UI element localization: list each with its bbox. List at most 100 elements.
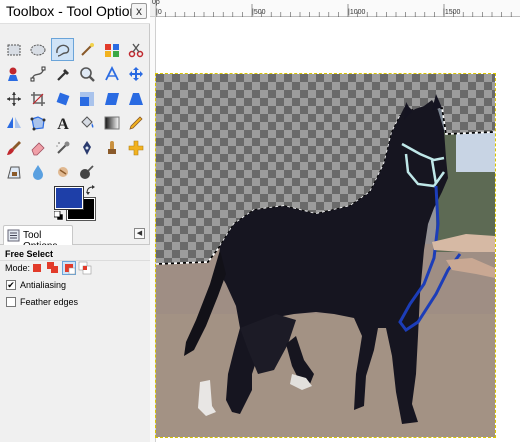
tool-options-panel: Free Select Mode: ✔ Antialiasing Feather… (0, 245, 150, 442)
perspective-clone-icon (6, 166, 21, 179)
move-tool-button[interactable] (125, 63, 148, 86)
paths-icon (30, 66, 46, 82)
blur-tool-button[interactable] (27, 161, 50, 184)
free-select-icon (55, 44, 69, 57)
antialiasing-label: Antialiasing (20, 280, 67, 290)
free-select-tool-button[interactable] (51, 38, 74, 61)
mode-add-icon (47, 262, 58, 273)
blend-tool-button[interactable] (100, 112, 123, 135)
chevron-left-icon: ◀ (136, 230, 143, 237)
horizontal-ruler[interactable]: 0p |0 |500 |1000 |1500 (152, 0, 520, 17)
pencil-icon (129, 116, 143, 130)
mode-subtract-icon (65, 264, 76, 275)
scale-icon (80, 91, 94, 106)
bucket-fill-tool-button[interactable] (76, 112, 99, 135)
scale-tool-button[interactable] (76, 87, 99, 110)
toolbox-panel: Toolbox - Tool Options x A Tool Options … (0, 0, 150, 442)
ruler-ticks (156, 4, 512, 17)
eraser-tool-button[interactable] (27, 136, 50, 159)
shear-icon (104, 92, 119, 105)
mode-add-button[interactable] (46, 261, 60, 275)
mode-replace-icon (33, 264, 41, 272)
tab-menu-button[interactable]: ◀ (134, 228, 145, 239)
antialiasing-checkbox[interactable]: ✔ (6, 280, 16, 290)
paths-tool-button[interactable] (27, 63, 50, 86)
rect-select-tool-button[interactable] (2, 38, 25, 61)
mode-intersect-button[interactable] (78, 261, 92, 275)
dodge-burn-tool-button[interactable] (76, 161, 99, 184)
foreground-select-tool-button[interactable] (2, 63, 25, 86)
tool-options-icon (7, 229, 20, 242)
foreground-select-icon (7, 67, 18, 81)
measure-tool-button[interactable] (100, 63, 123, 86)
text-tool-button[interactable]: A (51, 112, 74, 135)
window-title: Toolbox - Tool Options (6, 3, 145, 19)
dodge-burn-icon (80, 165, 94, 179)
clone-tool-button[interactable] (100, 136, 123, 159)
tab-tool-options[interactable]: Tool Options (3, 225, 73, 252)
align-icon (6, 91, 21, 106)
bucket-fill-icon (81, 116, 94, 128)
color-select-tool-button[interactable] (100, 38, 123, 61)
fuzzy-select-icon (81, 42, 94, 56)
ellipse-select-icon (30, 44, 46, 55)
ruler-label-0: |0 (156, 9, 162, 16)
ruler-label-1000: |1000 (348, 9, 366, 16)
options-title: Free Select (5, 249, 54, 259)
rotate-icon (56, 92, 69, 105)
zoom-tool-button[interactable] (76, 63, 99, 86)
ruler-label-500: |500 (252, 9, 266, 16)
perspective-icon (129, 92, 143, 105)
mode-intersect-icon (78, 261, 92, 275)
ellipse-select-tool-button[interactable] (27, 38, 50, 61)
color-picker-tool-button[interactable] (51, 63, 74, 86)
rotate-tool-button[interactable] (51, 87, 74, 110)
pencil-tool-button[interactable] (125, 112, 148, 135)
eraser-icon (31, 141, 45, 155)
blend-icon (104, 116, 119, 130)
smudge-icon (57, 167, 68, 177)
ink-tool-button[interactable] (76, 136, 99, 159)
close-button[interactable]: x (131, 3, 147, 19)
paintbrush-tool-button[interactable] (2, 136, 25, 159)
text-icon: A (57, 116, 69, 132)
shear-tool-button[interactable] (100, 87, 123, 110)
mode-replace-button[interactable] (30, 261, 44, 275)
fuzzy-select-tool-button[interactable] (76, 38, 99, 61)
canvas-area[interactable]: 0p |0 |500 |1000 |1500 (150, 0, 520, 442)
titlebar: Toolbox - Tool Options x (0, 0, 150, 24)
rect-select-icon (7, 44, 20, 55)
flip-tool-button[interactable] (2, 112, 25, 135)
feather-edges-checkbox[interactable] (6, 297, 16, 307)
ruler-label-1500: |1500 (443, 9, 461, 16)
airbrush-icon (55, 141, 69, 154)
airbrush-tool-button[interactable] (51, 136, 74, 159)
clone-icon (107, 140, 116, 154)
ink-icon (83, 140, 91, 155)
measure-icon (104, 65, 119, 81)
cage-transform-tool-button[interactable] (27, 112, 50, 135)
mode-subtract-button[interactable] (62, 261, 76, 275)
heal-tool-button[interactable] (125, 136, 148, 159)
flip-icon (6, 117, 21, 128)
scissors-select-icon (128, 43, 144, 57)
dock-tab-strip: Tool Options ◀ (0, 223, 150, 252)
ruler-unit-label: 0p (152, 0, 160, 6)
paintbrush-icon (6, 140, 21, 155)
swap-colors-icon[interactable] (86, 185, 96, 195)
color-select-icon (104, 43, 119, 57)
align-tool-button[interactable] (2, 87, 25, 110)
sky (456, 132, 495, 172)
crop-icon (31, 91, 45, 106)
image-canvas[interactable] (155, 73, 496, 438)
scissors-select-tool-button[interactable] (125, 38, 148, 61)
foreground-color-swatch[interactable] (54, 186, 84, 210)
smudge-tool-button[interactable] (51, 161, 74, 184)
crop-tool-button[interactable] (27, 87, 50, 110)
color-picker-icon (56, 69, 69, 81)
perspective-clone-tool-button[interactable] (2, 161, 25, 184)
perspective-tool-button[interactable] (125, 87, 148, 110)
cage-transform-icon (30, 116, 46, 131)
default-colors-icon[interactable] (54, 211, 64, 221)
zoom-icon (80, 67, 95, 82)
